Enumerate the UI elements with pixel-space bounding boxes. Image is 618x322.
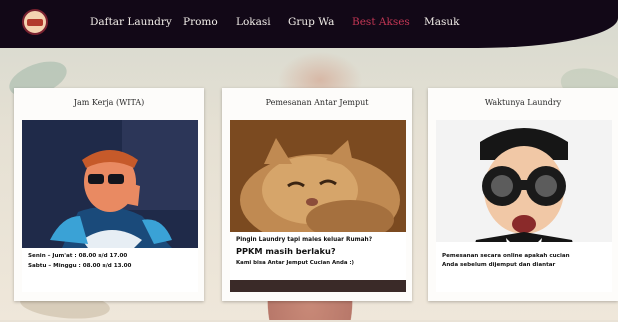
caption-question: Pingin Laundry tapi males keluar Rumah? (236, 237, 373, 243)
card-title: Waktunya Laundry (484, 98, 562, 107)
image-bottom-strip (230, 280, 406, 292)
card-waktunya-laundry[interactable]: Waktunya Laundry Pemesanan secara online… (428, 88, 618, 301)
top-navbar: Daftar Laundry Promo Lokasi Grup Wa Best… (0, 0, 618, 48)
caption-service: Kami bisa Antar Jemput Cucian Anda :) (236, 260, 354, 266)
caption-line-2: Anda sebelum dijemput dan diantar (442, 262, 556, 268)
card-jam-kerja[interactable]: Jam Kerja (WITA) Senin – Jum'at : 08.00 … (14, 88, 204, 301)
nav-lokasi[interactable]: Lokasi (236, 16, 271, 28)
laundry-logo[interactable] (22, 9, 48, 35)
nav-grup-wa[interactable]: Grup Wa (288, 16, 334, 28)
card-antar-jemput[interactable]: Pemesanan Antar Jemput Pingin Laundry ta… (222, 88, 412, 301)
card-image-cat: Pingin Laundry tapi males keluar Rumah? … (230, 120, 406, 292)
logo-mark (27, 18, 43, 26)
caption-ppkm: PPKM masih berlaku? (236, 246, 336, 256)
card-image-binoculars: Pemesanan secara online apakah cucian An… (436, 120, 612, 292)
card-image-working-man: Senin – Jum'at : 08.00 s/d 17.00 Sabtu –… (22, 120, 198, 292)
caption-line-1: Pemesanan secara online apakah cucian (442, 253, 570, 259)
caption-weekday-hours: Senin – Jum'at : 08.00 s/d 17.00 (28, 253, 128, 259)
nav-promo[interactable]: Promo (183, 16, 218, 28)
nav-best-akses[interactable]: Best Akses (352, 16, 410, 28)
nav-daftar-laundry[interactable]: Daftar Laundry (90, 16, 172, 28)
caption-weekend-hours: Sabtu – Minggu : 08.00 s/d 13.00 (28, 263, 132, 269)
card-title: Pemesanan Antar Jemput (265, 98, 369, 107)
card-title: Jam Kerja (WITA) (73, 98, 145, 107)
nav-masuk[interactable]: Masuk (424, 16, 460, 28)
